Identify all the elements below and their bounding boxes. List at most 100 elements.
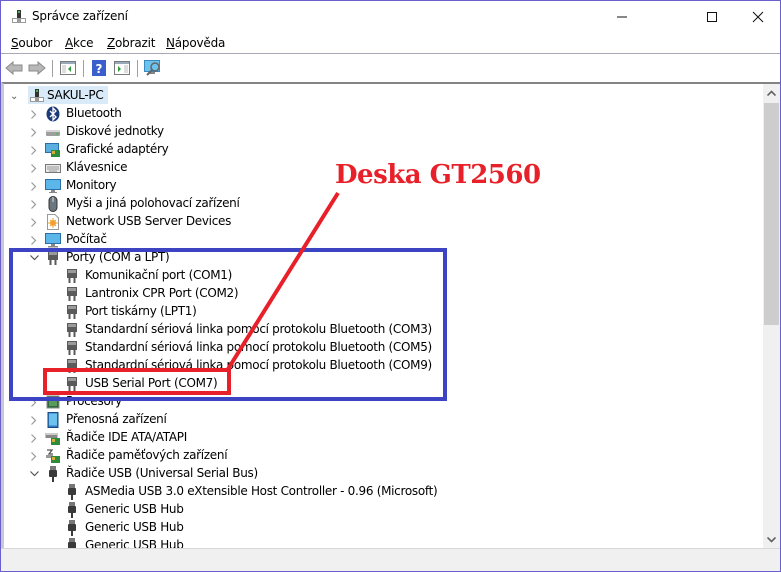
tree-category-mouse[interactable]: Myši a jiná polohovací zařízení — [4, 195, 780, 213]
monitor-icon — [45, 178, 61, 194]
scroll-down-button[interactable] — [763, 531, 780, 548]
chevron-down-icon[interactable] — [29, 469, 39, 479]
tree-item-label: Bluetooth — [66, 106, 122, 120]
port-icon — [45, 250, 61, 266]
show-hide-console-tree-button[interactable] — [58, 58, 78, 78]
menu-label: obrazit — [115, 36, 156, 50]
tree-item-label: Generic USB Hub — [85, 502, 184, 516]
tree-category-network-usb[interactable]: Network USB Server Devices — [4, 213, 780, 231]
menu-zobrazit[interactable]: Zobrazit — [107, 36, 155, 50]
menu-bar: Soubor Akce Zobrazit Nápověda — [1, 33, 780, 54]
tree-item-label: Přenosná zařízení — [66, 412, 167, 426]
port-device-icon — [64, 268, 80, 284]
tree-category-usb[interactable]: Řadiče USB (Universal Serial Bus) — [4, 465, 780, 483]
menu-label: oubor — [18, 36, 53, 50]
menu-label: ápověda — [174, 36, 226, 50]
port-device-icon — [64, 322, 80, 338]
tree-device-item[interactable]: Komunikační port (COM1) — [4, 267, 780, 285]
tree-category-computer[interactable]: Počítač — [4, 231, 780, 249]
tree-item-label: Standardní sériová linka pomocí protokol… — [85, 322, 432, 336]
tree-item-label: Diskové jednotky — [66, 124, 164, 138]
chevron-right-icon[interactable] — [29, 127, 39, 137]
tree-device-item[interactable]: Standardní sériová linka pomocí protokol… — [4, 339, 780, 357]
tree-item-label: Port tiskárny (LPT1) — [85, 304, 197, 318]
tree-item-label: Myši a jiná polohovací zařízení — [66, 196, 240, 210]
tree-item-label: Monitory — [66, 178, 117, 192]
menu-soubor[interactable]: Soubor — [11, 36, 52, 50]
chevron-right-icon[interactable] — [29, 163, 39, 173]
tree-category-processor[interactable]: Procesory — [4, 393, 780, 411]
forward-button[interactable] — [27, 58, 47, 78]
chevron-down-icon[interactable]: ⌄ — [9, 91, 19, 102]
tree-category-storage-controller[interactable]: Řadiče paměťových zařízení — [4, 447, 780, 465]
tree-category-ide-controller[interactable]: Řadiče IDE ATA/ATAPI — [4, 429, 780, 447]
tree-device-item[interactable]: Standardní sériová linka pomocí protokol… — [4, 321, 780, 339]
chevron-right-icon[interactable] — [29, 145, 39, 155]
tree-item-label: Standardní sériová linka pomocí protokol… — [85, 340, 432, 354]
help-button[interactable]: ? — [89, 58, 109, 78]
tree-category-display-adapter[interactable]: Grafické adaptéry — [4, 141, 780, 159]
tree-item-label: ASMedia USB 3.0 eXtensible Host Controll… — [85, 484, 438, 498]
chevron-right-icon[interactable] — [29, 181, 39, 191]
tree-item-label: Řadiče paměťových zařízení — [66, 448, 228, 462]
usb-device-icon — [64, 520, 80, 536]
scroll-thumb[interactable] — [764, 103, 779, 325]
status-bar — [1, 548, 780, 571]
ide-controller-icon — [45, 430, 61, 446]
chevron-down-icon[interactable] — [29, 253, 39, 263]
menu-accel: Z — [107, 36, 116, 50]
tree-root-sakul-pc[interactable]: ⌄ SAKUL-PC — [4, 87, 780, 105]
processor-icon — [45, 394, 61, 410]
chevron-right-icon[interactable] — [29, 397, 39, 407]
close-icon — [752, 11, 764, 22]
back-button[interactable] — [4, 58, 24, 78]
port-device-icon — [64, 304, 80, 320]
scan-hardware-button[interactable] — [143, 58, 163, 78]
tree-item-label: USB Serial Port (COM7) — [85, 376, 218, 390]
tree-category-disk-drive[interactable]: Diskové jednotky — [4, 123, 780, 141]
keyboard-icon — [45, 160, 61, 176]
device-tree[interactable]: ⌄ SAKUL-PC Bluetooth Diskové jednotky Graf… — [1, 82, 780, 548]
tree-item-label: Generic USB Hub — [85, 538, 184, 548]
chevron-right-icon[interactable] — [29, 217, 39, 227]
chevron-right-icon[interactable] — [29, 415, 39, 425]
show-action-pane-button[interactable] — [112, 58, 132, 78]
maximize-button[interactable] — [689, 1, 735, 32]
tree-device-item[interactable]: Lantronix CPR Port (COM2) — [4, 285, 780, 303]
chevron-right-icon[interactable] — [29, 451, 39, 461]
computer-tower-icon — [29, 87, 45, 103]
toolbar-separator — [83, 60, 84, 77]
chevron-right-icon[interactable] — [29, 235, 39, 245]
usb-device-icon — [64, 538, 80, 548]
tree-category-port[interactable]: Porty (COM a LPT) — [4, 249, 780, 267]
scroll-up-button[interactable] — [763, 84, 780, 101]
tree-item-label: Network USB Server Devices — [66, 214, 232, 228]
tree-item-label: Řadiče IDE ATA/ATAPI — [66, 430, 187, 444]
chevron-right-icon[interactable] — [29, 109, 39, 119]
tree-device-item[interactable]: Generic USB Hub — [4, 519, 780, 537]
menu-akce[interactable]: Akce — [65, 36, 94, 50]
tree-device-item[interactable]: Port tiskárny (LPT1) — [4, 303, 780, 321]
scan-hardware-icon — [144, 60, 160, 76]
tree-item-label: Generic USB Hub — [85, 520, 184, 534]
chevron-right-icon[interactable] — [29, 199, 39, 209]
tree-item-label: Klávesnice — [66, 160, 128, 174]
device-manager-window: Správce zařízení Soubor Akce Zobrazit Ná… — [0, 0, 781, 572]
tree-device-item[interactable]: Standardní sériová linka pomocí protokol… — [4, 357, 780, 375]
tree-device-item[interactable]: ASMedia USB 3.0 eXtensible Host Controll… — [4, 483, 780, 501]
bluetooth-icon — [45, 106, 61, 122]
tree-device-item[interactable]: Generic USB Hub — [4, 537, 780, 548]
tree-device-item[interactable]: Generic USB Hub — [4, 501, 780, 519]
close-button[interactable] — [735, 1, 781, 32]
minimize-button[interactable] — [599, 1, 645, 32]
menu-napoveda[interactable]: Nápověda — [166, 36, 225, 50]
tree-device-item[interactable]: USB Serial Port (COM7) — [4, 375, 780, 393]
help-icon: ? — [92, 60, 106, 76]
mouse-icon — [45, 196, 61, 212]
chevron-right-icon[interactable] — [29, 433, 39, 443]
vertical-scrollbar[interactable] — [763, 84, 780, 548]
portable-device-icon — [45, 412, 61, 428]
tree-category-portable-device[interactable]: Přenosná zařízení — [4, 411, 780, 429]
tree-category-bluetooth[interactable]: Bluetooth — [4, 105, 780, 123]
show-hide-console-tree-icon — [60, 61, 76, 75]
